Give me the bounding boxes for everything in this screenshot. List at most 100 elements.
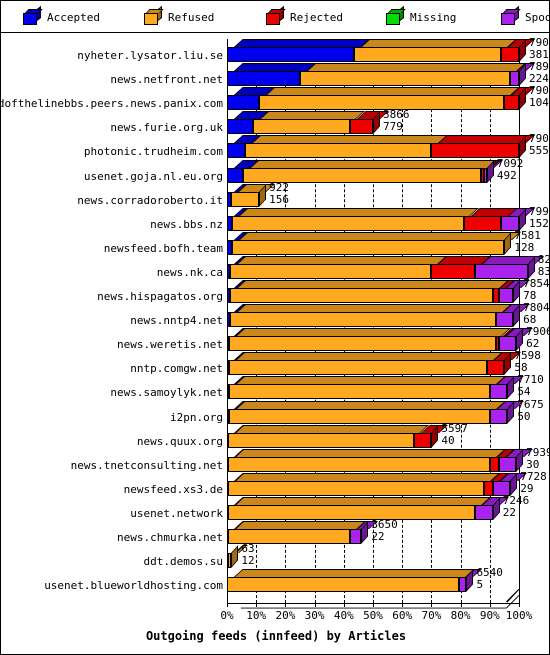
bar-segment-spooled[interactable] <box>498 456 517 472</box>
legend-label: Spooled <box>525 10 549 24</box>
bar-row[interactable]: 5597 40 <box>227 421 539 449</box>
bar-segment-accepted[interactable] <box>227 95 260 111</box>
x-tick-mark <box>460 603 462 607</box>
bar-row[interactable]: 79073817 <box>227 37 549 63</box>
bar-segment-accepted[interactable] <box>227 143 245 159</box>
bar-total-value: 7998 <box>529 204 549 218</box>
x-tick-label: 10% <box>246 609 267 622</box>
x-tick-label: 30% <box>304 609 325 622</box>
bar-row[interactable]: 78932242 <box>227 61 549 87</box>
bar-row[interactable]: 7728 29 <box>227 470 547 497</box>
bar-segment-refused[interactable] <box>229 384 490 400</box>
bar-segment-rejected[interactable] <box>413 432 432 448</box>
bar-segment-refused[interactable] <box>231 191 260 207</box>
bar-row[interactable]: 7675 50 <box>227 398 544 425</box>
bar-row[interactable]: 7998152 <box>227 205 549 232</box>
bar-segment-refused[interactable] <box>229 312 496 328</box>
bar-segment-spooled[interactable] <box>498 288 514 303</box>
bar-segment-accepted[interactable] <box>227 71 300 87</box>
bar-segment-refused[interactable] <box>227 577 460 593</box>
chart-title: Outgoing feeds (innfeed) by Articles <box>145 629 407 643</box>
bar-segment-accepted[interactable] <box>227 47 355 62</box>
y-axis-label: news.corradoroberto.it <box>77 193 223 207</box>
bar-accepted-value: 12 <box>241 554 255 568</box>
bar-segment-rejected[interactable] <box>501 47 519 62</box>
bar-segment-spooled[interactable] <box>349 529 362 544</box>
bar-row[interactable]: 7092 492 <box>227 157 539 184</box>
y-axis-label: news.weretis.net <box>117 338 223 352</box>
bar-total-value: 7581 <box>514 228 541 242</box>
bar-accepted-value: 1048 <box>529 96 549 110</box>
bar-row[interactable]: 7854 78 <box>227 278 549 304</box>
bar-segment-refused[interactable] <box>228 432 414 448</box>
bar-row[interactable]: 3650 22 <box>227 519 539 545</box>
bar-segment-refused[interactable] <box>354 47 502 62</box>
bar-row[interactable]: 6540 5 <box>227 567 539 593</box>
bar-segment-top-refused <box>234 569 476 578</box>
bar-segment-top-refused <box>236 280 509 288</box>
bar-segment-spooled[interactable] <box>489 408 508 424</box>
bar-accepted-value: 22 <box>502 505 516 519</box>
bar-segment-rejected[interactable] <box>489 456 499 472</box>
bar-segment-rejected[interactable] <box>431 263 476 279</box>
bar-segment-rejected[interactable] <box>504 95 519 111</box>
bar-segment-refused[interactable] <box>228 456 490 472</box>
x-tick-mark <box>402 603 404 607</box>
y-axis-label: news.nntp4.net <box>130 314 223 328</box>
bar-accepted-value: 50 <box>517 409 531 423</box>
bar-segment-top-accepted <box>234 39 370 47</box>
bar-segment-refused[interactable] <box>244 143 432 159</box>
bar-segment-top-refused <box>236 255 448 264</box>
y-axis-label: news.hispagatos.org <box>97 290 223 303</box>
bar-total-value: 7675 <box>517 397 544 411</box>
bar-row[interactable]: 7906 62 <box>227 326 549 352</box>
bar-segment-top-refused <box>361 39 518 47</box>
bar-row[interactable]: 922 156 <box>227 181 539 208</box>
bar-accepted-value: 152 <box>529 216 549 230</box>
bar-segment-accepted[interactable] <box>227 167 244 183</box>
bar-row[interactable]: 7900555 <box>227 133 549 159</box>
bar-row[interactable]: 7804 68 <box>227 302 549 328</box>
bar-segment-refused[interactable] <box>229 263 432 279</box>
bar-segment-spooled[interactable] <box>495 312 514 328</box>
bar-segment-refused[interactable] <box>229 336 496 352</box>
bar-segment-spooled[interactable] <box>489 384 508 400</box>
chart-root: Accepted Refused Rejected Missing Spooled ny… <box>0 0 550 655</box>
bar-segment-rejected[interactable] <box>463 215 502 231</box>
legend-item-refused: Refused <box>144 5 214 27</box>
y-axis-label: nntp.comgw.net <box>130 362 223 376</box>
bar-segment-refused[interactable] <box>229 288 493 303</box>
bar-segment-refused[interactable] <box>300 71 511 87</box>
bar-segment-rejected[interactable] <box>483 480 493 496</box>
y-axis-label: newsfeed.bofh.team <box>103 241 223 255</box>
bar-segment-rejected[interactable] <box>349 119 373 135</box>
bar-total-value: 7728 <box>520 469 547 483</box>
bar-segment-refused[interactable] <box>227 504 476 520</box>
bar-row[interactable]: 3866 779 <box>227 109 539 135</box>
bar-row[interactable]: 7581 128 <box>227 228 541 256</box>
bar-segment-side <box>231 545 239 569</box>
bar-row[interactable]: 7710 54 <box>227 374 544 400</box>
bar-segment-refused[interactable] <box>232 215 464 231</box>
bar-segment-refused[interactable] <box>259 95 505 111</box>
bar-row[interactable]: 7939 30 <box>227 446 549 473</box>
bar-segment-refused[interactable] <box>228 480 484 496</box>
bar-segment-rejected[interactable] <box>486 360 505 376</box>
bar-segment-spooled[interactable] <box>510 71 519 87</box>
y-axis-label: usenet.goja.nl.eu.org <box>83 169 223 183</box>
y-axis-label: news.quux.org <box>136 434 223 448</box>
bar-segment-spooled[interactable] <box>475 504 493 520</box>
bar-segment-top-refused <box>250 159 497 168</box>
bar-total-value: 5597 <box>441 421 468 435</box>
bar-segment-refused[interactable] <box>253 119 350 135</box>
bar-segment-refused[interactable] <box>229 360 487 376</box>
bar-accepted-value: 29 <box>520 481 534 495</box>
bar-segment-spooled[interactable] <box>475 263 528 279</box>
bar-row[interactable]: 824883 <box>227 253 549 280</box>
x-tick-label: 100% <box>505 609 533 622</box>
bar-row[interactable]: 7598 58 <box>227 350 541 376</box>
y-axis-label: newsfeed.xs3.de <box>123 482 223 496</box>
bar-segment-refused[interactable] <box>231 239 505 255</box>
y-axis-label: i2pn.org <box>170 410 223 424</box>
bar-segment-accepted[interactable] <box>227 119 254 135</box>
